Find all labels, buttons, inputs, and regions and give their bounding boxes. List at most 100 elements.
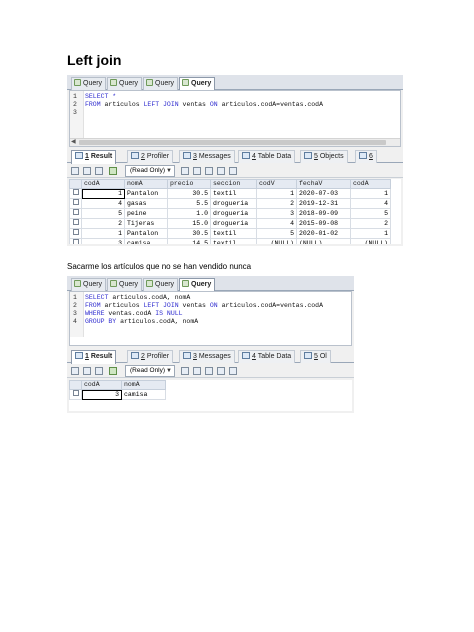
row-checkbox-cell[interactable] (69, 389, 82, 400)
row-checkbox[interactable] (72, 239, 79, 244)
cancel-icon[interactable] (217, 367, 225, 375)
horizontal-scrollbar[interactable]: ◀ (70, 138, 400, 146)
query-tab[interactable]: Query (143, 278, 179, 291)
row-checkbox-cell[interactable] (69, 208, 82, 219)
table-row[interactable]: 1 Pantalon 30.5 textil 5 2020-01-02 1 (69, 228, 391, 239)
table-cell[interactable]: peine (124, 208, 168, 219)
table-cell[interactable]: 1 (81, 228, 125, 239)
row-checkbox-cell[interactable] (69, 188, 82, 199)
row-checkbox[interactable] (72, 229, 79, 235)
table-cell[interactable]: Pantalon (124, 228, 168, 239)
table-row[interactable]: 3 camisa (69, 389, 166, 400)
table-cell[interactable]: 4 (350, 198, 391, 209)
table-cell[interactable]: camisa (121, 389, 166, 400)
table-cell[interactable]: 5.5 (167, 198, 211, 209)
row-checkbox-cell[interactable] (69, 238, 82, 244)
table-cell[interactable]: 2018-09-09 (296, 208, 351, 219)
delete-row-icon[interactable] (205, 367, 213, 375)
table-cell[interactable]: textil (210, 188, 257, 199)
export-icon[interactable] (109, 367, 117, 375)
query-tab[interactable]: Query (71, 77, 107, 90)
text-view-icon[interactable] (95, 167, 103, 175)
table-cell[interactable]: drogueria (210, 218, 257, 229)
column-header[interactable]: seccion (210, 179, 257, 189)
select-all-header[interactable] (69, 179, 82, 189)
grid-view-icon[interactable] (71, 167, 79, 175)
table-cell[interactable]: Tijeras (124, 218, 168, 229)
result-tab-4[interactable]: 4 Table Data (238, 350, 296, 363)
table-row[interactable]: 3 camisa 14.5 textil (NULL) (NULL) (NULL) (69, 238, 391, 244)
result-tab-5[interactable]: 5 Objects (300, 150, 348, 163)
result-tab-2[interactable]: 2 Profiler (127, 350, 174, 363)
column-header[interactable]: codA (350, 179, 391, 189)
table-cell[interactable]: 30.5 (167, 188, 211, 199)
table-cell[interactable]: 2 (350, 218, 391, 229)
form-view-icon[interactable] (83, 367, 91, 375)
table-cell[interactable]: gasas (124, 198, 168, 209)
table-cell[interactable]: Pantalon (124, 188, 168, 199)
save-icon[interactable] (193, 167, 201, 175)
table-cell[interactable]: 14.5 (167, 238, 211, 244)
table-cell[interactable]: 5 (81, 208, 125, 219)
row-checkbox[interactable] (72, 219, 79, 225)
column-header[interactable]: codV (256, 179, 297, 189)
form-view-icon[interactable] (83, 167, 91, 175)
query-tab[interactable]: Query (107, 77, 143, 90)
column-header[interactable]: codA (81, 179, 125, 189)
table-cell[interactable]: drogueria (210, 208, 257, 219)
table-cell[interactable]: drogueria (210, 198, 257, 209)
table-cell[interactable]: (NULL) (256, 238, 297, 244)
table-cell[interactable]: 2 (81, 218, 125, 229)
table-cell[interactable]: 2019-12-31 (296, 198, 351, 209)
table-cell[interactable]: 4 (256, 218, 297, 229)
grid-view-icon[interactable] (71, 367, 79, 375)
scroll-left-icon[interactable]: ◀ (71, 139, 76, 146)
query-tab[interactable]: Query (71, 278, 107, 291)
table-cell[interactable]: 3 (81, 238, 125, 244)
table-cell[interactable]: 2 (256, 198, 297, 209)
table-cell[interactable]: 3 (256, 208, 297, 219)
table-cell[interactable]: 4 (81, 198, 125, 209)
column-header[interactable]: codA (81, 380, 122, 390)
result-tab-6[interactable]: 6 (355, 150, 377, 163)
read-only-select[interactable]: (Read Only) ▼ (125, 365, 175, 377)
result-tab-1[interactable]: 1 Result (71, 350, 117, 364)
read-only-select[interactable]: (Read Only) ▼ (125, 165, 175, 177)
cancel-icon[interactable] (217, 167, 225, 175)
table-cell[interactable]: 1 (350, 188, 391, 199)
column-header[interactable]: nomA (121, 380, 166, 390)
row-checkbox[interactable] (72, 199, 79, 205)
query-tab-active[interactable]: Query (179, 278, 216, 292)
row-checkbox-cell[interactable] (69, 228, 82, 239)
table-row[interactable]: 4 gasas 5.5 drogueria 2 2019-12-31 4 (69, 198, 391, 209)
table-cell[interactable]: (NULL) (350, 238, 391, 244)
table-cell[interactable]: 5 (350, 208, 391, 219)
row-checkbox[interactable] (72, 209, 79, 215)
row-checkbox-cell[interactable] (69, 198, 82, 209)
column-header[interactable]: nomA (124, 179, 168, 189)
save-icon[interactable] (193, 367, 201, 375)
result-tab-4[interactable]: 4 Table Data (238, 150, 296, 163)
table-row[interactable]: 2 Tijeras 15.0 drogueria 4 2015-09-08 2 (69, 218, 391, 229)
table-row[interactable]: 5 peine 1.0 drogueria 3 2018-09-09 5 (69, 208, 391, 219)
insert-row-icon[interactable] (181, 167, 189, 175)
result-grid[interactable]: codA nomA precio seccion codV fechaV codA 1 Pant… (69, 179, 401, 244)
table-cell[interactable]: 1 (81, 188, 125, 199)
refresh-icon[interactable] (229, 367, 237, 375)
table-cell[interactable]: 2020-01-02 (296, 228, 351, 239)
result-grid[interactable]: codA nomA 3 camisa (69, 380, 352, 411)
table-cell[interactable]: 5 (256, 228, 297, 239)
scroll-thumb[interactable] (79, 140, 386, 145)
result-tab-2[interactable]: 2 Profiler (127, 150, 174, 163)
query-tab[interactable]: Query (143, 77, 179, 90)
table-cell[interactable]: 1.0 (167, 208, 211, 219)
table-cell[interactable]: 1 (350, 228, 391, 239)
result-tab-3[interactable]: 3 Messages (179, 350, 235, 363)
result-tab-3[interactable]: 3 Messages (179, 150, 235, 163)
table-row[interactable]: 1 Pantalon 30.5 textil 1 2020-07-03 1 (69, 188, 391, 199)
sql-editor[interactable]: 1 SELECT articulos.codA, nomA 2 FROM articu… (69, 291, 352, 346)
column-header[interactable]: fechaV (296, 179, 351, 189)
table-cell[interactable]: textil (210, 228, 257, 239)
export-icon[interactable] (109, 167, 117, 175)
table-cell[interactable]: 3 (81, 389, 122, 400)
